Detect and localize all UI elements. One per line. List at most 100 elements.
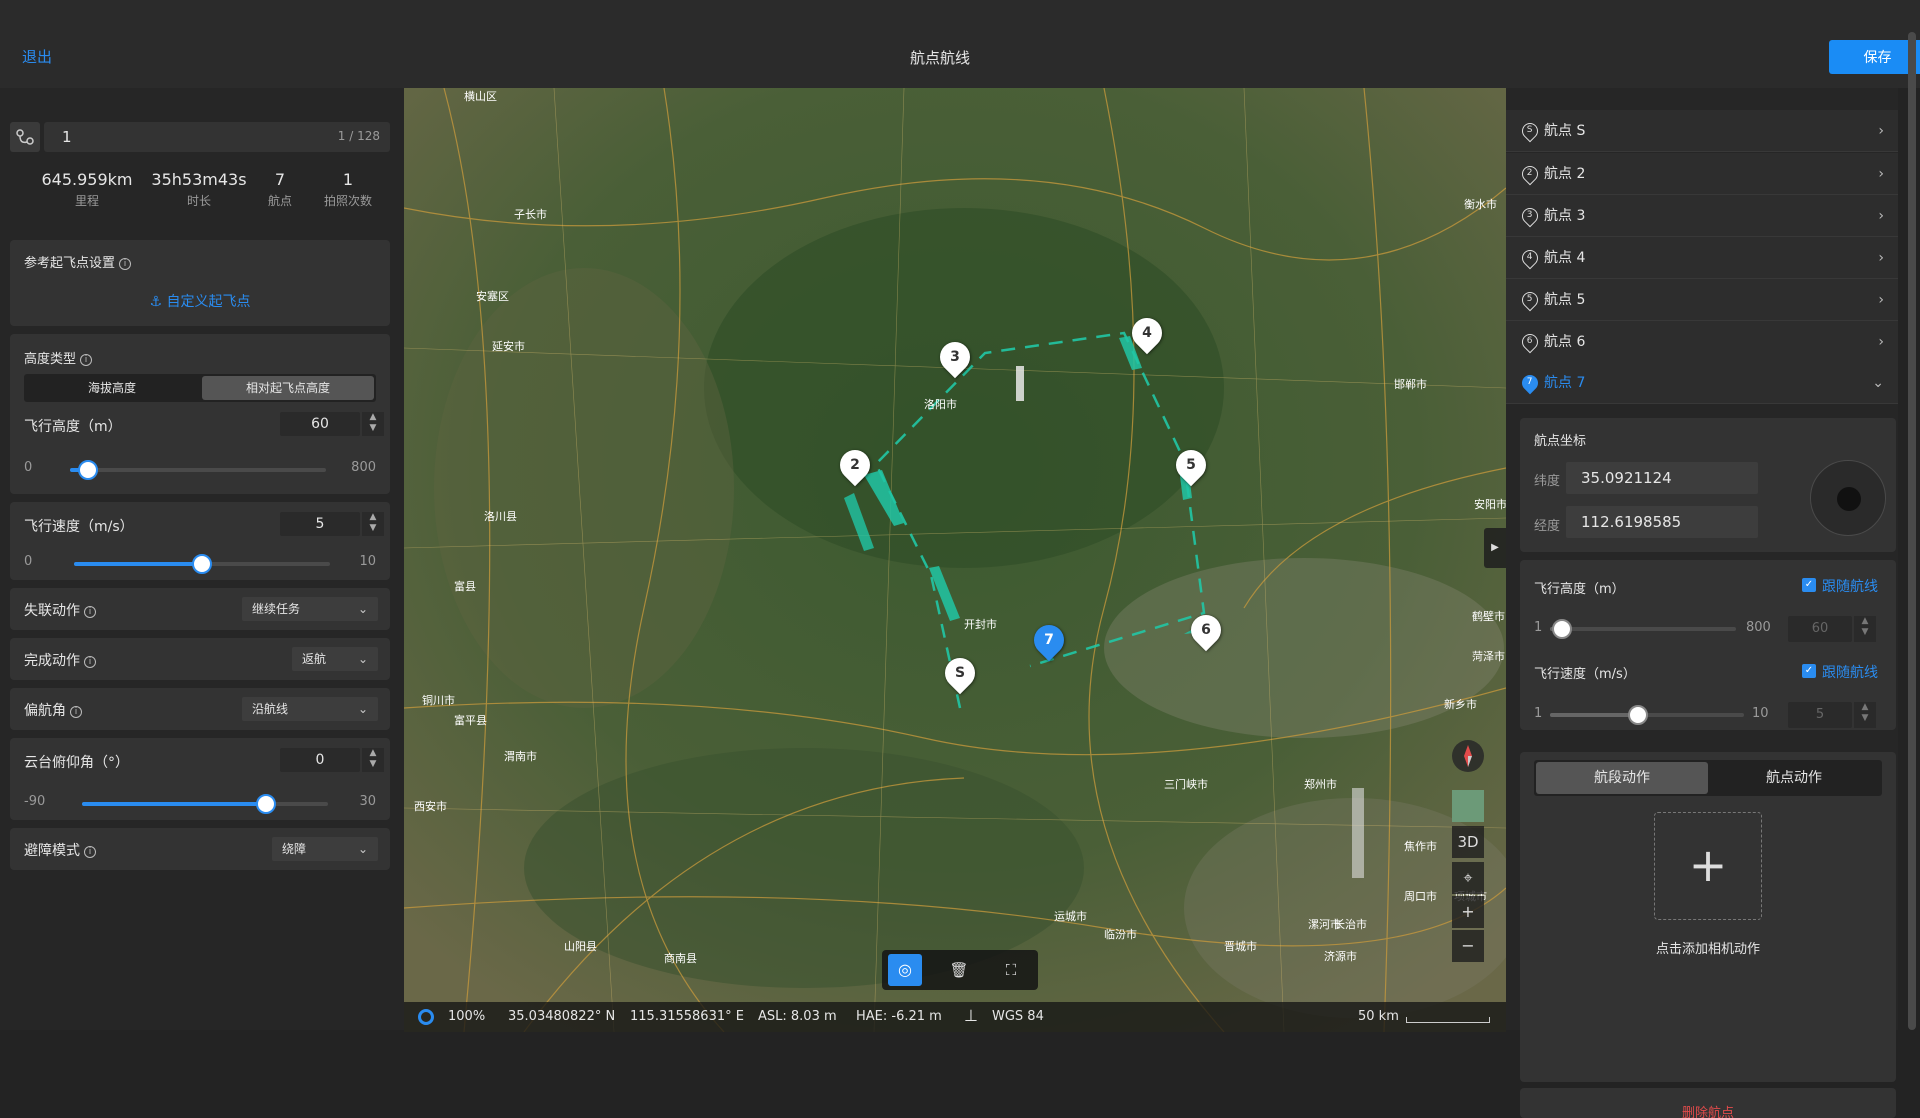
map-place-label: 富县 [454, 579, 476, 593]
scrollbar[interactable] [1908, 32, 1916, 1030]
waypoint-marker[interactable]: 4 [1125, 311, 1169, 355]
wp-height-max: 800 [1746, 620, 1771, 635]
map-view[interactable]: 横山区 子长市 安塞区 延安市 洛川县 富县 铜川市 富平县 西安市 渭南市 山阳县 商南县 运城市 临汾… [404, 88, 1506, 1032]
gimbal-slider-thumb[interactable] [256, 794, 276, 814]
waypoint-marker[interactable]: 5 [1169, 443, 1213, 487]
zoom-level: 100% [448, 1009, 486, 1024]
flight-height-input[interactable]: 60 [280, 412, 360, 436]
save-button[interactable]: 保存 [1829, 40, 1920, 74]
waypoint-marker[interactable]: 3 [933, 335, 977, 379]
speed-follow-checkbox[interactable]: ✓ [1802, 664, 1816, 678]
direction-pad-center[interactable] [1837, 487, 1861, 511]
wp-height-label: 飞行高度（m） [1534, 582, 1625, 597]
wp-height-slider[interactable] [1550, 627, 1736, 631]
map-place-label: 富平县 [454, 713, 487, 727]
waypoint-marker[interactable]: 6 [1184, 608, 1228, 652]
lat-label: 纬度 [1534, 474, 1561, 489]
height-type-relative[interactable]: 相对起飞点高度 [202, 376, 374, 400]
route-stat: 35h53m43s 时长 [144, 170, 254, 209]
lon-input[interactable]: 112.6198585 [1566, 506, 1758, 538]
waypoint-row[interactable]: 6 航点 6 › [1506, 321, 1898, 363]
wp-height-slider-thumb[interactable] [1552, 619, 1572, 639]
tab-waypoint-actions[interactable]: 航点动作 [1708, 762, 1880, 794]
lat-input[interactable]: 35.0921124 [1566, 462, 1758, 494]
cursor-lat: 35.03480822° N [508, 1009, 616, 1024]
chevron-down-icon: ⌄ [357, 842, 368, 856]
wp-speed-stepper[interactable]: ▲ ▼ [1854, 702, 1876, 728]
route-stat-value: 645.959km [41, 170, 133, 189]
map-place-label: 安阳市 [1474, 497, 1506, 511]
wp-height-stepper[interactable]: ▲ ▼ [1854, 616, 1876, 642]
custom-takeoff-link[interactable]: ⚓ 自定义起飞点 [10, 291, 390, 311]
height-settings-card: 高度类型 i 海拔高度 相对起飞点高度 飞行高度（m） 60 ▲ ▼ 0 800 [10, 334, 390, 494]
route-name-input[interactable]: 1 1 / 128 [44, 122, 390, 152]
map-place-label: 周口市 [1404, 889, 1437, 903]
direction-pad[interactable] [1810, 460, 1886, 536]
map-place-label: 渭南市 [504, 749, 537, 763]
finish-action-dropdown[interactable]: 返航 ⌄ [292, 647, 378, 671]
takeoff-settings-card: 参考起飞点设置 i ⚓ 自定义起飞点 [10, 240, 390, 326]
info-icon: i [84, 656, 96, 668]
gimbal-input[interactable]: 0 [280, 748, 360, 772]
route-stat: 7 航点 [254, 170, 306, 209]
right-waypoint-panel: S 航点 S › 2 航点 2 › 3 航点 3 › 4 航点 4 › 5 航点 5 › 6 航点 6 › 7 航… [1506, 88, 1898, 1118]
height-type-segmented: 海拔高度 相对起飞点高度 [24, 374, 376, 402]
yaw-dropdown[interactable]: 沿航线 ⌄ [242, 697, 378, 721]
waypoint-marker-label: 4 [1142, 325, 1152, 341]
chevron-down-icon: ⌄ [1872, 375, 1884, 391]
fit-view-icon[interactable]: ⛶ [994, 954, 1028, 986]
flight-height-slider-thumb[interactable] [78, 460, 98, 480]
map-place-label: 衡水市 [1464, 197, 1497, 211]
add-camera-action-button[interactable]: + [1654, 812, 1762, 920]
waypoint-marker[interactable]: 7 [1027, 618, 1071, 662]
map-place-label: 济源市 [1324, 949, 1357, 963]
flight-speed-max: 10 [359, 554, 376, 569]
flight-height-slider[interactable] [70, 468, 326, 472]
compass-icon[interactable] [1452, 740, 1484, 772]
zoom-in-icon[interactable]: + [1452, 896, 1484, 928]
map-place-label: 开封市 [964, 617, 997, 631]
finish-action-label: 完成动作 i [24, 650, 96, 670]
lost-action-dropdown[interactable]: 继续任务 ⌄ [242, 597, 378, 621]
waypoint-row[interactable]: 5 航点 5 › [1506, 279, 1898, 321]
layer-switch-icon[interactable] [1452, 790, 1484, 822]
gimbal-stepper[interactable]: ▲ ▼ [362, 748, 384, 772]
zoom-progress-icon [418, 1009, 434, 1025]
waypoint-row[interactable]: 3 航点 3 › [1506, 195, 1898, 237]
flight-speed-stepper[interactable]: ▲ ▼ [362, 512, 384, 536]
waypoint-row-label: 航点 2 [1544, 166, 1586, 182]
wp-speed-slider-thumb[interactable] [1628, 705, 1648, 725]
route-count: 1 / 128 [337, 129, 380, 143]
map-place-label: 延安市 [492, 339, 525, 353]
height-type-absolute[interactable]: 海拔高度 [26, 376, 198, 400]
flight-height-stepper[interactable]: ▲ ▼ [362, 412, 384, 436]
trash-icon[interactable]: 🗑 [942, 954, 976, 986]
route-stat-value: 1 [342, 170, 354, 189]
left-settings-panel: 1 1 / 128 645.959km 里程 35h53m43s 时长 7 航点 1 拍照次数… [0, 88, 404, 1030]
three-d-button[interactable]: 3D [1452, 826, 1484, 858]
map-place-label: 菏泽市 [1472, 649, 1505, 663]
map-place-label: 三门峡市 [1164, 777, 1208, 791]
waypoint-marker[interactable]: 2 [833, 443, 877, 487]
waypoint-row[interactable]: 4 航点 4 › [1506, 237, 1898, 279]
waypoint-marker[interactable]: S [938, 651, 982, 695]
flight-speed-input[interactable]: 5 [280, 512, 360, 536]
route-icon[interactable] [10, 122, 40, 152]
waypoint-tool-icon[interactable]: ◎ [888, 954, 922, 986]
zoom-out-icon[interactable]: − [1452, 930, 1484, 962]
tab-segment-actions[interactable]: 航段动作 [1536, 762, 1708, 794]
locate-icon[interactable]: ⌖ [1452, 862, 1484, 894]
waypoint-row[interactable]: 2 航点 2 › [1506, 153, 1898, 195]
delete-waypoint-button[interactable]: 删除航点 [1520, 1102, 1896, 1118]
collapse-right-panel-icon[interactable]: ▶ [1484, 528, 1506, 568]
cursor-lon: 115.31558631° E [630, 1009, 744, 1024]
avoid-dropdown[interactable]: 绕障 ⌄ [272, 837, 378, 861]
flight-speed-slider-thumb[interactable] [192, 554, 212, 574]
wp-height-input[interactable]: 60 [1788, 616, 1852, 642]
height-follow-checkbox[interactable]: ✓ [1802, 578, 1816, 592]
wp-speed-input[interactable]: 5 [1788, 702, 1852, 728]
route-stat-value: 35h53m43s [151, 170, 247, 189]
waypoint-row-selected[interactable]: 7 航点 7 ⌄ [1506, 362, 1898, 404]
waypoint-row[interactable]: S 航点 S › [1506, 110, 1898, 152]
yaw-label: 偏航角 i [24, 700, 82, 720]
